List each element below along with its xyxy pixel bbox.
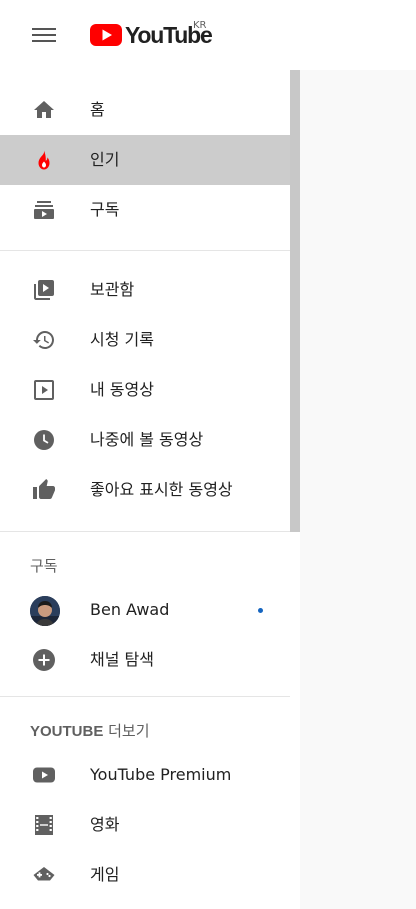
avatar bbox=[30, 596, 60, 626]
sidebar-item-label: 인기 bbox=[90, 150, 120, 169]
movies-icon bbox=[32, 813, 56, 837]
sidebar-item-youtube-premium[interactable]: YouTube Premium bbox=[0, 750, 290, 800]
sidebar-item-label: 나중에 볼 동영상 bbox=[90, 430, 204, 449]
section-title-brand: YOUTUBE bbox=[30, 723, 104, 740]
sidebar-item-label: 홈 bbox=[90, 100, 105, 119]
sidebar-item-trending[interactable]: 인기 bbox=[0, 135, 290, 185]
sidebar-item-label: 좋아요 표시한 동영상 bbox=[90, 480, 233, 499]
sidebar: 홈 인기 구독 보관함 시청 기록 내 동영상 나중에 볼 동영상 좋아요 표시… bbox=[0, 70, 290, 909]
sidebar-item-movies[interactable]: 영화 bbox=[0, 800, 290, 850]
sidebar-item-label: 보관함 bbox=[90, 280, 135, 299]
my-videos-icon bbox=[32, 378, 56, 402]
sidebar-item-label: YouTube Premium bbox=[90, 765, 232, 784]
sidebar-item-home[interactable]: 홈 bbox=[0, 85, 290, 135]
sidebar-item-my-videos[interactable]: 내 동영상 bbox=[0, 365, 290, 415]
section-title-suffix: 더보기 bbox=[103, 722, 150, 740]
liked-videos-icon bbox=[32, 478, 56, 502]
divider bbox=[0, 531, 290, 532]
gaming-icon bbox=[32, 863, 56, 887]
library-icon bbox=[32, 278, 56, 302]
divider bbox=[0, 250, 290, 251]
header: YouTube KR bbox=[0, 0, 416, 70]
watch-later-icon bbox=[32, 428, 56, 452]
home-icon bbox=[32, 98, 56, 122]
sidebar-item-watch-later[interactable]: 나중에 볼 동영상 bbox=[0, 415, 290, 465]
sidebar-item-label: 구독 bbox=[90, 200, 120, 219]
sidebar-item-subscriptions[interactable]: 구독 bbox=[0, 185, 290, 235]
divider bbox=[0, 696, 290, 697]
sidebar-item-liked-videos[interactable]: 좋아요 표시한 동영상 bbox=[0, 465, 290, 515]
history-icon bbox=[32, 328, 56, 352]
sidebar-item-label: 영화 bbox=[90, 815, 120, 834]
add-circle-icon bbox=[32, 648, 56, 672]
sidebar-item-channel-ben-awad[interactable]: Ben Awad bbox=[0, 585, 290, 635]
sidebar-item-label: 시청 기록 bbox=[90, 330, 154, 349]
sidebar-item-label: 게임 bbox=[90, 865, 120, 884]
sidebar-item-gaming[interactable]: 게임 bbox=[0, 850, 290, 900]
more-from-youtube-title: YOUTUBE 더보기 bbox=[30, 720, 150, 741]
subscriptions-icon bbox=[32, 198, 56, 222]
trending-icon bbox=[32, 148, 56, 172]
sidebar-item-label: 채널 탐색 bbox=[90, 650, 154, 669]
sidebar-item-label: 내 동영상 bbox=[90, 380, 154, 399]
sidebar-scrollbar[interactable] bbox=[290, 70, 300, 909]
menu-icon[interactable] bbox=[32, 24, 56, 46]
sidebar-item-history[interactable]: 시청 기록 bbox=[0, 315, 290, 365]
youtube-premium-icon bbox=[32, 763, 56, 787]
sidebar-item-library[interactable]: 보관함 bbox=[0, 265, 290, 315]
sidebar-item-browse-channels[interactable]: 채널 탐색 bbox=[0, 635, 290, 685]
new-content-indicator bbox=[258, 608, 263, 613]
channel-name: Ben Awad bbox=[90, 600, 170, 619]
youtube-play-logo-icon bbox=[90, 24, 122, 46]
main-content-area bbox=[300, 70, 416, 909]
subscriptions-section-title: 구독 bbox=[30, 557, 58, 575]
country-code: KR bbox=[193, 20, 207, 31]
scrollbar-thumb[interactable] bbox=[290, 70, 300, 532]
